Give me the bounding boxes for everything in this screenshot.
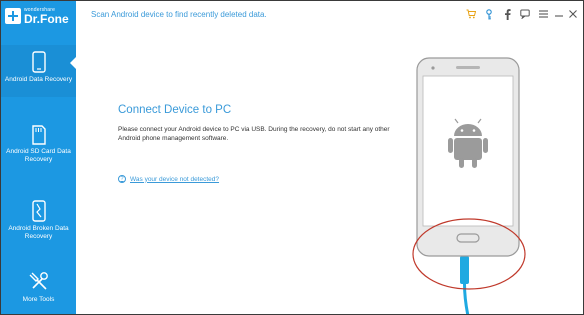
sidebar-item-label: More Tools: [22, 296, 55, 303]
brand-name: Dr.Fone: [24, 11, 69, 26]
close-icon[interactable]: [568, 8, 578, 20]
facebook-icon[interactable]: [502, 8, 512, 20]
menu-icon[interactable]: [538, 8, 548, 20]
device-not-detected-link[interactable]: ? Was your device not detected?: [118, 175, 219, 183]
minimize-icon[interactable]: [554, 8, 564, 20]
sidebar-item-label: Android SD Card Data Recovery: [6, 148, 71, 163]
plus-logo-icon: [5, 8, 21, 24]
toolbar-icons: [466, 8, 548, 20]
android-phone-graphic: [412, 57, 526, 314]
chat-icon[interactable]: [520, 8, 530, 20]
sidebar-item-label: Android Broken Data Recovery: [8, 225, 69, 240]
broken-phone-icon: [31, 200, 46, 222]
usb-connector: [460, 256, 469, 284]
sidebar-item-label: Android Data Recovery: [4, 76, 73, 83]
cart-icon[interactable]: [466, 8, 476, 20]
page-title: Connect Device to PC: [118, 104, 232, 116]
instructions-text: Please connect your Android device to PC…: [118, 126, 390, 142]
phone-icon: [31, 51, 46, 73]
phone-camera: [431, 66, 435, 70]
sidebar: wondershare Dr.Fone Android Data Recover…: [1, 1, 76, 314]
help-icon: ?: [118, 175, 126, 183]
help-link-label: Was your device not detected?: [130, 175, 220, 183]
sidebar-item-android-data-recovery[interactable]: Android Data Recovery: [1, 45, 76, 97]
phone-illustration: [406, 56, 531, 314]
active-indicator: [70, 57, 76, 69]
tools-icon: [29, 272, 48, 290]
phone-speaker: [456, 66, 480, 69]
sidebar-item-android-sd-card-data-recovery[interactable]: Android SD Card Data Recovery: [1, 121, 76, 179]
page-subtitle: Scan Android device to find recently del…: [91, 10, 267, 19]
top-bar: Scan Android device to find recently del…: [76, 1, 583, 31]
app-logo: wondershare Dr.Fone: [1, 1, 76, 31]
sidebar-item-more-tools[interactable]: More Tools: [1, 269, 76, 314]
app-window: wondershare Dr.Fone Android Data Recover…: [0, 0, 584, 315]
sd-card-icon: [31, 125, 46, 145]
sidebar-item-android-broken-data-recovery[interactable]: Android Broken Data Recovery: [1, 196, 76, 254]
key-icon[interactable]: [484, 8, 494, 20]
